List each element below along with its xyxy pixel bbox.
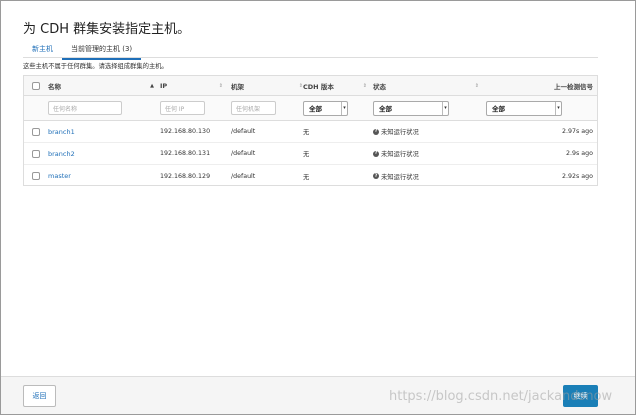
col-cdh-version-header[interactable]: CDH 版本 ⇕: [303, 76, 371, 95]
host-rack: /default: [231, 172, 256, 180]
col-name-label: 名称: [48, 82, 61, 91]
sort-icon: ⇕: [362, 82, 367, 89]
table-header-row: 名称 ▲ IP ⇕ 机架 ⇕ CDH 版本 ⇕ 状态 ⇕ 上一检测信号: [24, 76, 597, 96]
heartbeat-filter-cell: 全部 ▾: [486, 96, 562, 120]
chevron-down-icon: ▾: [341, 101, 347, 115]
col-cdh-version-label: CDH 版本: [303, 82, 334, 91]
table-row[interactable]: branch1 192.168.80.130 /default 无 ? 未知运行状…: [24, 121, 597, 143]
ip-filter-cell: 任何 IP: [160, 96, 205, 120]
chevron-down-icon: ▾: [555, 101, 561, 115]
host-rack: /default: [231, 150, 256, 157]
status-filter-value: 全部: [379, 105, 392, 113]
wizard-footer: 返回 继续: [1, 377, 635, 414]
hosts-notice: 这些主机不属于任何群集。请选择组成群集的主机。: [23, 63, 168, 70]
hosts-table: 名称 ▲ IP ⇕ 机架 ⇕ CDH 版本 ⇕ 状态 ⇕ 上一检测信号 任何名称…: [23, 75, 598, 186]
host-name-link[interactable]: master: [48, 172, 71, 180]
status-filter-cell: 全部 ▾: [373, 96, 449, 120]
continue-button[interactable]: 继续: [563, 385, 598, 407]
question-icon: ?: [373, 128, 379, 135]
name-filter-input[interactable]: 任何名称: [48, 101, 122, 115]
row-select-cell: [32, 143, 40, 164]
host-ip: 192.168.80.130: [160, 128, 211, 135]
host-cdh-version: 无: [303, 173, 310, 181]
host-cdh-version: 无: [303, 151, 310, 158]
cdh-version-filter-value: 全部: [309, 105, 322, 113]
heartbeat-filter-value: 全部: [492, 105, 505, 113]
col-rack-label: 机架: [231, 82, 244, 91]
host-name-link[interactable]: branch2: [48, 150, 75, 158]
select-all-checkbox[interactable]: [32, 81, 40, 90]
row-checkbox[interactable]: [32, 127, 40, 136]
select-all-cell: [32, 76, 44, 95]
col-name-header[interactable]: 名称 ▲: [48, 76, 158, 95]
question-icon: ?: [373, 150, 379, 157]
host-last-heartbeat: 2.9s ago: [565, 150, 593, 157]
host-status: 未知运行状况: [381, 173, 419, 181]
rack-filter-cell: 任何机架: [231, 96, 276, 120]
cdh-version-filter-select[interactable]: 全部 ▾: [303, 100, 348, 116]
ip-filter-input[interactable]: 任何 IP: [160, 101, 205, 115]
host-status: 未知运行状况: [381, 151, 419, 158]
host-name-link[interactable]: branch1: [48, 128, 75, 136]
heartbeat-filter-select[interactable]: 全部 ▾: [486, 100, 562, 116]
name-filter-cell: 任何名称: [48, 96, 122, 120]
sort-icon: ⇕: [474, 82, 479, 89]
table-filter-row: 任何名称 任何 IP 任何机架 全部 ▾ 全部 ▾ 全部 ▾: [24, 96, 597, 121]
host-cdh-version: 无: [303, 129, 310, 136]
sort-asc-icon: ▲: [150, 82, 154, 89]
cdh-version-filter-cell: 全部 ▾: [303, 96, 348, 120]
row-select-cell: [32, 165, 40, 187]
col-ip-header[interactable]: IP ⇕: [160, 76, 227, 95]
chevron-down-icon: ▾: [442, 101, 448, 115]
host-last-heartbeat: 2.92s ago: [561, 172, 593, 180]
row-checkbox[interactable]: [32, 172, 40, 180]
col-rack-header[interactable]: 机架 ⇕: [231, 76, 307, 95]
col-status-label: 状态: [373, 82, 386, 91]
sort-icon: ⇕: [218, 82, 223, 89]
tabs-divider: [23, 57, 598, 58]
col-status-header[interactable]: 状态 ⇕: [373, 76, 483, 95]
host-status: 未知运行状况: [381, 129, 419, 136]
host-ip: 192.168.80.129: [160, 172, 211, 180]
page-title: 为 CDH 群集安装指定主机。: [23, 22, 191, 37]
table-row[interactable]: master 192.168.80.129 /default 无 ? 未知运行状况…: [24, 165, 597, 187]
col-heartbeat-label: 上一检测信号: [554, 82, 593, 91]
question-icon: ?: [373, 173, 379, 179]
row-select-cell: [32, 121, 40, 142]
col-heartbeat-header[interactable]: 上一检测信号: [486, 76, 596, 95]
col-ip-label: IP: [160, 81, 168, 90]
row-checkbox[interactable]: [32, 149, 40, 158]
host-rack: /default: [231, 128, 256, 135]
back-button[interactable]: 返回: [23, 385, 56, 407]
host-last-heartbeat: 2.97s ago: [561, 128, 593, 135]
status-filter-select[interactable]: 全部 ▾: [373, 100, 449, 116]
host-ip: 192.168.80.131: [160, 150, 211, 157]
rack-filter-input[interactable]: 任何机架: [231, 101, 276, 115]
table-row[interactable]: branch2 192.168.80.131 /default 无 ? 未知运行状…: [24, 143, 597, 165]
